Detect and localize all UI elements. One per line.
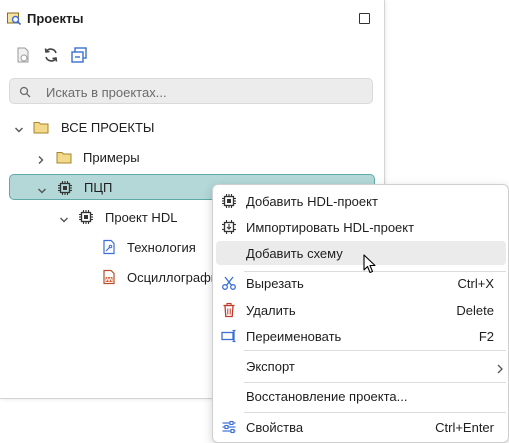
- context-menu: Добавить HDL-проект Импортировать HDL-пр…: [212, 184, 509, 443]
- menu-item-rename[interactable]: Переименовать F2: [216, 324, 506, 348]
- submenu-arrow-icon: [496, 361, 504, 374]
- document-settings-icon: [101, 239, 117, 255]
- menu-item-label: Восстановление проекта...: [246, 389, 408, 404]
- maximize-panel-icon[interactable]: [359, 13, 370, 24]
- mouse-pointer-icon: [363, 254, 377, 274]
- menu-item-export[interactable]: Экспорт: [216, 354, 506, 378]
- menu-item-shortcut: Ctrl+Enter: [435, 420, 494, 435]
- menu-separator: [244, 350, 506, 351]
- menu-separator: [244, 382, 506, 383]
- folder-icon: [33, 119, 49, 135]
- chip-icon: [78, 209, 94, 225]
- menu-item-properties[interactable]: Свойства Ctrl+Enter: [216, 415, 506, 439]
- menu-item-label: Импортировать HDL-проект: [246, 220, 415, 235]
- panel-title: Проекты: [27, 11, 84, 26]
- panel-header: Проекты: [0, 0, 384, 36]
- tree-item-label: Осциллографы: [127, 270, 221, 285]
- menu-item-label: Переименовать: [246, 329, 342, 344]
- tree-item-label: Проект HDL: [105, 210, 178, 225]
- menu-item-label: Удалить: [246, 303, 296, 318]
- menu-item-restore-project[interactable]: Восстановление проекта...: [216, 384, 506, 408]
- tree-item-label: ВСЕ ПРОЕКТЫ: [61, 120, 155, 135]
- menu-separator: [244, 412, 506, 413]
- open-project-icon[interactable]: [14, 46, 32, 64]
- menu-item-delete[interactable]: Удалить Delete: [216, 298, 506, 322]
- chip-icon: [221, 193, 237, 209]
- menu-item-import-hdl-project[interactable]: Импортировать HDL-проект: [216, 215, 506, 239]
- chip-import-icon: [221, 219, 237, 235]
- rename-icon: [221, 328, 237, 344]
- search-input[interactable]: [44, 82, 368, 102]
- projects-search-icon: [6, 10, 22, 26]
- chevron-right-icon[interactable]: [36, 152, 46, 164]
- search-icon: [19, 85, 31, 98]
- tree-item-examples[interactable]: Примеры: [9, 144, 373, 170]
- sliders-icon: [221, 419, 237, 435]
- menu-item-add-scheme[interactable]: Добавить схему: [216, 241, 506, 265]
- chip-icon: [57, 180, 73, 196]
- menu-item-add-hdl-project[interactable]: Добавить HDL-проект: [216, 189, 506, 213]
- refresh-icon[interactable]: [42, 46, 60, 64]
- chevron-down-icon[interactable]: [37, 183, 47, 194]
- folder-icon: [56, 149, 72, 165]
- menu-item-shortcut: Ctrl+X: [457, 276, 494, 291]
- tree-item-label: Примеры: [83, 150, 140, 165]
- tree-item-label: ПЦП: [84, 180, 113, 195]
- scissors-icon: [221, 275, 237, 291]
- waveform-document-icon: [101, 269, 117, 285]
- tree-item-all-projects[interactable]: ВСЕ ПРОЕКТЫ: [9, 114, 373, 140]
- menu-item-shortcut: Delete: [456, 303, 494, 318]
- menu-item-shortcut: F2: [478, 329, 494, 344]
- tree-item-label: Технология: [127, 240, 196, 255]
- chevron-down-icon[interactable]: [59, 212, 69, 223]
- menu-item-label: Добавить HDL-проект: [246, 194, 378, 209]
- chevron-down-icon[interactable]: [14, 122, 24, 133]
- menu-item-label: Добавить схему: [246, 246, 343, 261]
- menu-item-label: Свойства: [246, 420, 304, 435]
- menu-item-label: Экспорт: [246, 359, 295, 374]
- collapse-all-icon[interactable]: [70, 46, 88, 64]
- trash-icon: [221, 302, 237, 318]
- menu-item-label: Вырезать: [246, 276, 304, 291]
- menu-item-cut[interactable]: Вырезать Ctrl+X: [216, 271, 506, 295]
- search-box[interactable]: [9, 78, 373, 104]
